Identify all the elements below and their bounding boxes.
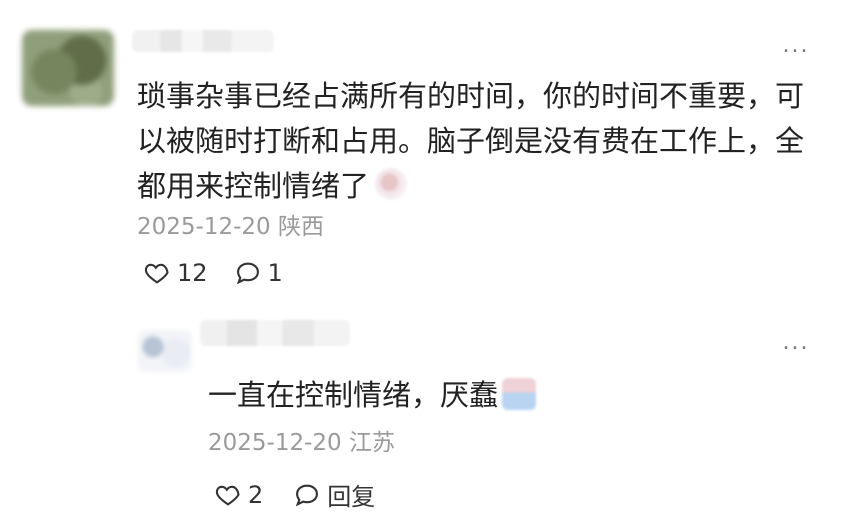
reply-meta: 2025-12-20 江苏: [208, 429, 395, 457]
avatar[interactable]: [22, 30, 114, 106]
like-button[interactable]: 12: [143, 259, 208, 287]
comment-actions: 12 1: [143, 259, 283, 287]
reply-like-button[interactable]: 2: [214, 477, 263, 512]
heart-icon: [143, 259, 171, 287]
comment-bubble-icon: [234, 259, 262, 287]
reply-more-options-button[interactable]: ...: [776, 330, 816, 355]
reply-date: 2025-12-20: [208, 430, 342, 456]
reply-button[interactable]: 回复: [293, 477, 375, 512]
more-options-button[interactable]: ...: [776, 33, 816, 58]
comment-text: 琐事杂事已经占满所有的时间，你的时间不重要，可以被随时打断和占用。脑子倒是没有费…: [137, 79, 805, 203]
comment-location: 陕西: [277, 214, 324, 240]
reply-count-button[interactable]: 1: [234, 259, 283, 287]
reply-text: 一直在控制情绪，厌蠢: [208, 373, 808, 418]
more-dots-icon: ...: [782, 330, 810, 355]
comment-date: 2025-12-20: [137, 214, 271, 240]
reply-location: 江苏: [348, 430, 395, 456]
reply-count: 1: [267, 259, 283, 287]
reply-avatar[interactable]: [138, 330, 192, 372]
emoji-icon: [375, 168, 408, 200]
username[interactable]: [132, 30, 274, 52]
more-dots-icon: ...: [782, 33, 810, 58]
reply-label: 回复: [327, 483, 376, 511]
reply-like-count: 2: [248, 480, 264, 509]
comment-meta: 2025-12-20 陕西: [137, 213, 324, 241]
reply-actions: 2 回复: [214, 477, 375, 512]
comment-bubble-icon: [293, 481, 321, 509]
heart-icon: [214, 481, 242, 509]
reply-username[interactable]: [200, 320, 350, 346]
emoji-icon: [502, 378, 537, 410]
like-count: 12: [177, 259, 208, 287]
